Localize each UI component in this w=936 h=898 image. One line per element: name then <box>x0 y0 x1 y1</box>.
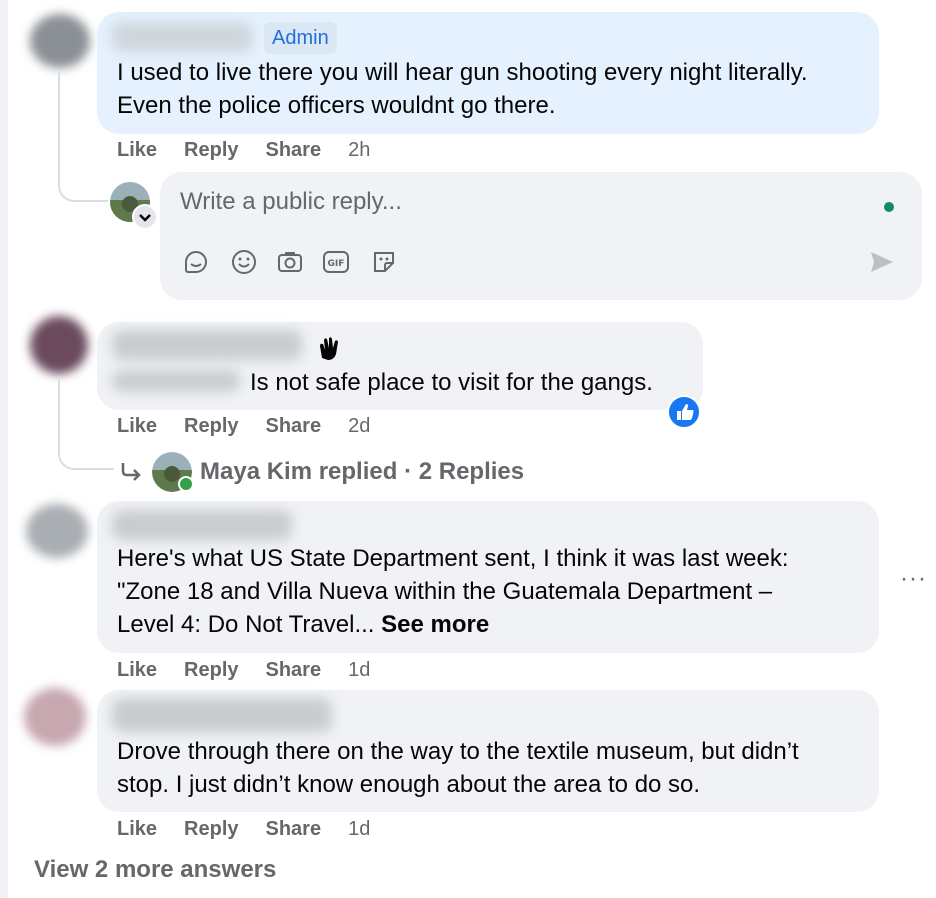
avatar[interactable] <box>30 14 90 68</box>
comment-actions: Like Reply Share 1d <box>117 659 397 682</box>
replier-avatar <box>152 452 194 492</box>
reply-input[interactable]: Write a public reply... <box>180 188 402 216</box>
comment-text-line: Level 4: Do Not Travel... See more <box>117 608 489 641</box>
online-indicator <box>884 202 894 212</box>
comment-text-fragment: Level 4: Do Not Travel... <box>117 611 375 638</box>
reply-composer[interactable]: Write a public reply... GIF <box>160 172 922 300</box>
svg-text:GIF: GIF <box>328 259 345 269</box>
send-icon[interactable] <box>868 248 896 276</box>
comment-text-line: Even the police officers wouldnt go ther… <box>117 92 556 119</box>
like-button[interactable]: Like <box>117 139 157 162</box>
see-more-link[interactable]: See more <box>381 611 489 638</box>
reply-arrow-icon <box>121 463 141 481</box>
gif-icon[interactable]: GIF <box>322 248 350 276</box>
mentioned-name-blurred[interactable] <box>112 370 240 392</box>
avatar-sticker-icon[interactable] <box>182 248 210 276</box>
comment-text: Is not safe place to visit for the gangs… <box>250 369 653 396</box>
admin-badge: Admin <box>264 22 337 54</box>
emoji-icon[interactable] <box>230 248 258 276</box>
like-button[interactable]: Like <box>117 659 157 682</box>
author-name-blurred[interactable] <box>112 22 252 52</box>
left-edge <box>0 0 8 898</box>
comment-text-line: "Zone 18 and Villa Nueva within the Guat… <box>117 578 773 605</box>
timestamp[interactable]: 1d <box>348 818 370 841</box>
comment-text-line: stop. I just didn’t know enough about th… <box>117 771 701 798</box>
like-reaction-icon[interactable] <box>667 395 701 429</box>
reply-button[interactable]: Reply <box>184 659 238 682</box>
comments-panel: Admin I used to live there you will hear… <box>0 0 936 898</box>
author-name-blurred[interactable] <box>112 510 292 540</box>
share-button[interactable]: Share <box>266 818 322 841</box>
author-name-blurred[interactable] <box>112 330 302 360</box>
more-options-icon[interactable]: ··· <box>900 565 927 593</box>
comment-actions: Like Reply Share 2h <box>117 139 397 162</box>
reply-button[interactable]: Reply <box>184 415 238 438</box>
share-button[interactable]: Share <box>266 415 322 438</box>
avatar[interactable] <box>26 504 88 558</box>
timestamp[interactable]: 1d <box>348 659 370 682</box>
reply-button[interactable]: Reply <box>184 139 238 162</box>
wave-emoji <box>320 337 338 360</box>
replies-summary: Maya Kim replied · 2 Replies <box>200 458 525 485</box>
timestamp[interactable]: 2d <box>348 415 370 438</box>
like-button[interactable]: Like <box>117 818 157 841</box>
comment-actions: Like Reply Share 1d <box>117 818 397 841</box>
comment-text-line: Drove through there on the way to the te… <box>117 738 799 765</box>
reply-button[interactable]: Reply <box>184 818 238 841</box>
sticker-icon[interactable] <box>370 248 398 276</box>
online-status-dot <box>178 476 194 492</box>
share-button[interactable]: Share <box>266 659 322 682</box>
view-more-answers-link[interactable]: View 2 more answers <box>34 856 276 884</box>
avatar[interactable] <box>24 688 86 746</box>
share-button[interactable]: Share <box>266 139 322 162</box>
author-name-blurred[interactable] <box>112 698 332 732</box>
comment-text-line: Here's what US State Department sent, I … <box>117 545 789 572</box>
avatar[interactable] <box>30 316 88 374</box>
camera-icon[interactable] <box>276 248 304 276</box>
comment-actions: Like Reply Share 2d <box>117 415 397 438</box>
timestamp[interactable]: 2h <box>348 139 370 162</box>
view-replies-link[interactable]: Maya Kim replied · 2 Replies <box>118 452 524 492</box>
chevron-down-icon[interactable] <box>132 204 158 230</box>
comment-text-line: I used to live there you will hear gun s… <box>117 59 808 86</box>
like-button[interactable]: Like <box>117 415 157 438</box>
